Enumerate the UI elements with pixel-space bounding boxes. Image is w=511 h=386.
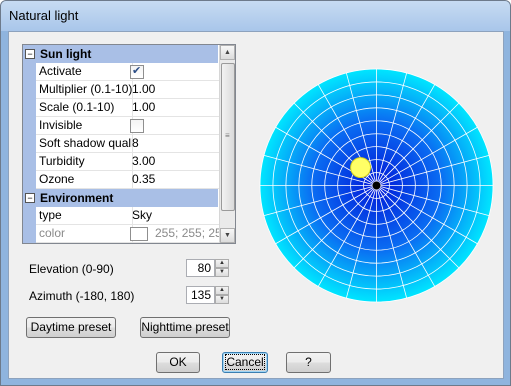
elevation-stepper[interactable]: 80 ▲ ▼ [186, 259, 230, 277]
property-name: Soft shadow quali [36, 135, 133, 153]
scroll-up-button[interactable]: ▲ [220, 45, 235, 60]
ozone-value[interactable]: 0.35 [129, 171, 221, 189]
natural-light-dialog: Natural light − Sun light Activate Multi… [0, 0, 511, 386]
sun-icon[interactable] [350, 157, 372, 179]
cancel-button[interactable]: Cancel [222, 352, 268, 373]
property-name: type [36, 207, 133, 225]
azimuth-input[interactable]: 135 [186, 286, 215, 304]
property-name: Invisible [36, 117, 133, 135]
help-button[interactable]: ? [286, 352, 331, 373]
property-row-invisible[interactable]: Invisible [23, 117, 221, 135]
sky-dome-view[interactable] [257, 66, 496, 305]
elevation-input[interactable]: 80 [186, 259, 215, 277]
property-row-color[interactable]: color 255; 255; 255 [23, 225, 221, 243]
window-title: Natural light [9, 8, 79, 23]
property-name: Activate [36, 63, 133, 81]
elevation-down-button[interactable]: ▼ [215, 268, 229, 277]
scale-value[interactable]: 1.00 [129, 99, 221, 117]
property-name: Scale (0.1-10) [36, 99, 133, 117]
collapse-sun-light-icon[interactable]: − [25, 49, 35, 59]
category-sun-light[interactable]: − Sun light [23, 45, 218, 63]
category-label: Sun light [40, 47, 92, 61]
collapse-environment-icon[interactable]: − [25, 193, 35, 203]
property-grid: − Sun light Activate Multiplier (0.1-10)… [22, 44, 236, 244]
soft-shadow-value[interactable]: 8 [129, 135, 221, 153]
azimuth-up-button[interactable]: ▲ [215, 286, 229, 295]
property-name: color [36, 225, 133, 243]
elevation-label: Elevation (0-90) [29, 262, 114, 276]
property-row-multiplier[interactable]: Multiplier (0.1-10) 1.00 [23, 81, 221, 99]
category-environment[interactable]: − Environment [23, 189, 218, 207]
property-row-scale[interactable]: Scale (0.1-10) 1.00 [23, 99, 221, 117]
activate-checkbox[interactable] [130, 64, 144, 79]
property-row-activate[interactable]: Activate [23, 63, 221, 81]
cancel-label: Cancel [225, 354, 265, 370]
nighttime-preset-button[interactable]: Nighttime preset [140, 317, 230, 338]
color-swatch[interactable] [130, 227, 148, 241]
daytime-preset-button[interactable]: Daytime preset [26, 317, 116, 338]
property-name: Turbidity [36, 153, 133, 171]
azimuth-down-button[interactable]: ▼ [215, 295, 229, 304]
dialog-body: − Sun light Activate Multiplier (0.1-10)… [8, 31, 504, 379]
property-row-type[interactable]: type Sky [23, 207, 221, 225]
type-value[interactable]: Sky [129, 207, 221, 225]
azimuth-label: Azimuth (-180, 180) [29, 289, 135, 303]
turbidity-value[interactable]: 3.00 [129, 153, 221, 171]
title-bar[interactable]: Natural light [1, 1, 510, 31]
property-row-soft-shadow[interactable]: Soft shadow quali 8 [23, 135, 221, 153]
zenith-marker [372, 181, 381, 190]
invisible-checkbox[interactable] [130, 119, 144, 133]
grip-icon: ≡ [225, 131, 230, 140]
scroll-down-button[interactable]: ▼ [220, 228, 235, 243]
multiplier-value[interactable]: 1.00 [129, 81, 221, 99]
category-label: Environment [40, 191, 114, 205]
elevation-up-button[interactable]: ▲ [215, 259, 229, 268]
azimuth-stepper[interactable]: 135 ▲ ▼ [186, 286, 230, 304]
scroll-thumb[interactable]: ≡ [221, 63, 235, 211]
ok-button[interactable]: OK [156, 352, 200, 373]
property-name: Ozone [36, 171, 133, 189]
property-row-ozone[interactable]: Ozone 0.35 [23, 171, 221, 189]
property-row-turbidity[interactable]: Turbidity 3.00 [23, 153, 221, 171]
property-grid-scrollbar[interactable]: ▲ ≡ ▼ [219, 45, 235, 243]
property-name: Multiplier (0.1-10) [36, 81, 133, 99]
